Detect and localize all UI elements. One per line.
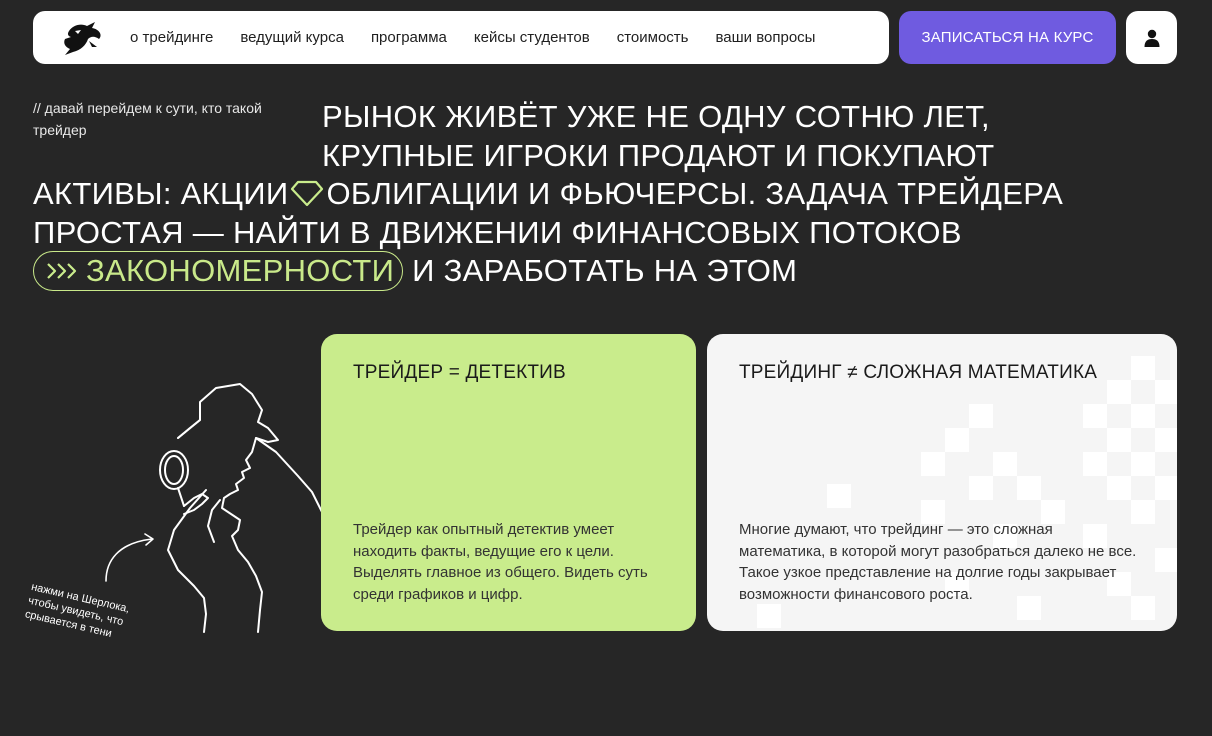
highlight-pill: ЗАКОНОМЕРНОСТИ	[33, 250, 404, 291]
nav-link-about-trading[interactable]: о трейдинге	[130, 29, 213, 46]
sherlock-silhouette[interactable]	[150, 380, 325, 635]
user-icon	[1144, 29, 1159, 47]
nav-link-student-cases[interactable]: кейсы студентов	[474, 29, 590, 46]
card-trader-detective: ТРЕЙДЕР = ДЕТЕКТИВ Трейдер как опытный д…	[321, 334, 696, 631]
sherlock-caption: нажми на Шерлока, чтобы увидеть, что сры…	[23, 580, 131, 640]
card-title: ТРЕЙДЕР = ДЕТЕКТИВ	[353, 362, 566, 383]
headline-line-5: ЗАКОНОМЕРНОСТИ И ЗАРАБОТАТЬ НА ЭТОМ	[33, 250, 1183, 291]
curved-arrow-icon	[105, 533, 154, 582]
navbar: о трейдинге ведущий курса программа кейс…	[33, 11, 889, 64]
card-title: ТРЕЙДИНГ ≠ СЛОЖНАЯ МАТЕМАТИКА	[739, 362, 1098, 383]
nav-link-faq[interactable]: ваши вопросы	[715, 29, 815, 46]
highlight-word: ЗАКОНОМЕРНОСТИ	[86, 252, 395, 288]
bird-logo-icon[interactable]	[59, 17, 105, 59]
nav-link-price[interactable]: стоимость	[617, 29, 689, 46]
headline: РЫНОК ЖИВЁТ УЖЕ НЕ ОДНУ СОТНЮ ЛЕТ, КРУПН…	[33, 98, 1183, 291]
nav-links: о трейдинге ведущий курса программа кейс…	[130, 11, 815, 64]
headline-line-5-end: И ЗАРАБОТАТЬ НА ЭТОМ	[412, 253, 798, 288]
nav-link-course-host[interactable]: ведущий курса	[240, 29, 344, 46]
card-trading-not-math: ТРЕЙДИНГ ≠ СЛОЖНАЯ МАТЕМАТИКА Многие дум…	[707, 334, 1177, 631]
profile-button[interactable]	[1126, 11, 1177, 64]
headline-line-2: КРУПНЫЕ ИГРОКИ ПРОДАЮТ И ПОКУПАЮТ	[322, 137, 995, 173]
card-text: Многие думают, что трейдинг — это сложна…	[739, 521, 1137, 603]
headline-line-3-start: АКТИВЫ: АКЦИИ	[33, 176, 289, 211]
triple-chevron-icon	[47, 263, 77, 279]
headline-line-1: РЫНОК ЖИВЁТ УЖЕ НЕ ОДНУ СОТНЮ ЛЕТ,	[322, 99, 990, 134]
headline-line-3-end: ОБЛИГАЦИИ И ФЬЮЧЕРСЫ. ЗАДАЧА ТРЕЙДЕРА	[326, 176, 1064, 211]
headline-line-3: АКТИВЫ: АКЦИИ ОБЛИГАЦИИ И ФЬЮЧЕРСЫ. ЗАДА…	[33, 175, 1183, 214]
headline-line-4: ПРОСТАЯ — НАЙТИ В ДВИЖЕНИИ ФИНАНСОВЫХ ПО…	[33, 214, 962, 250]
diamond-icon	[291, 180, 324, 207]
enroll-button[interactable]: ЗАПИСАТЬСЯ НА КУРС	[899, 11, 1116, 64]
card-text: Трейдер как опытный детектив умеет наход…	[353, 521, 648, 603]
nav-link-program[interactable]: программа	[371, 29, 447, 46]
